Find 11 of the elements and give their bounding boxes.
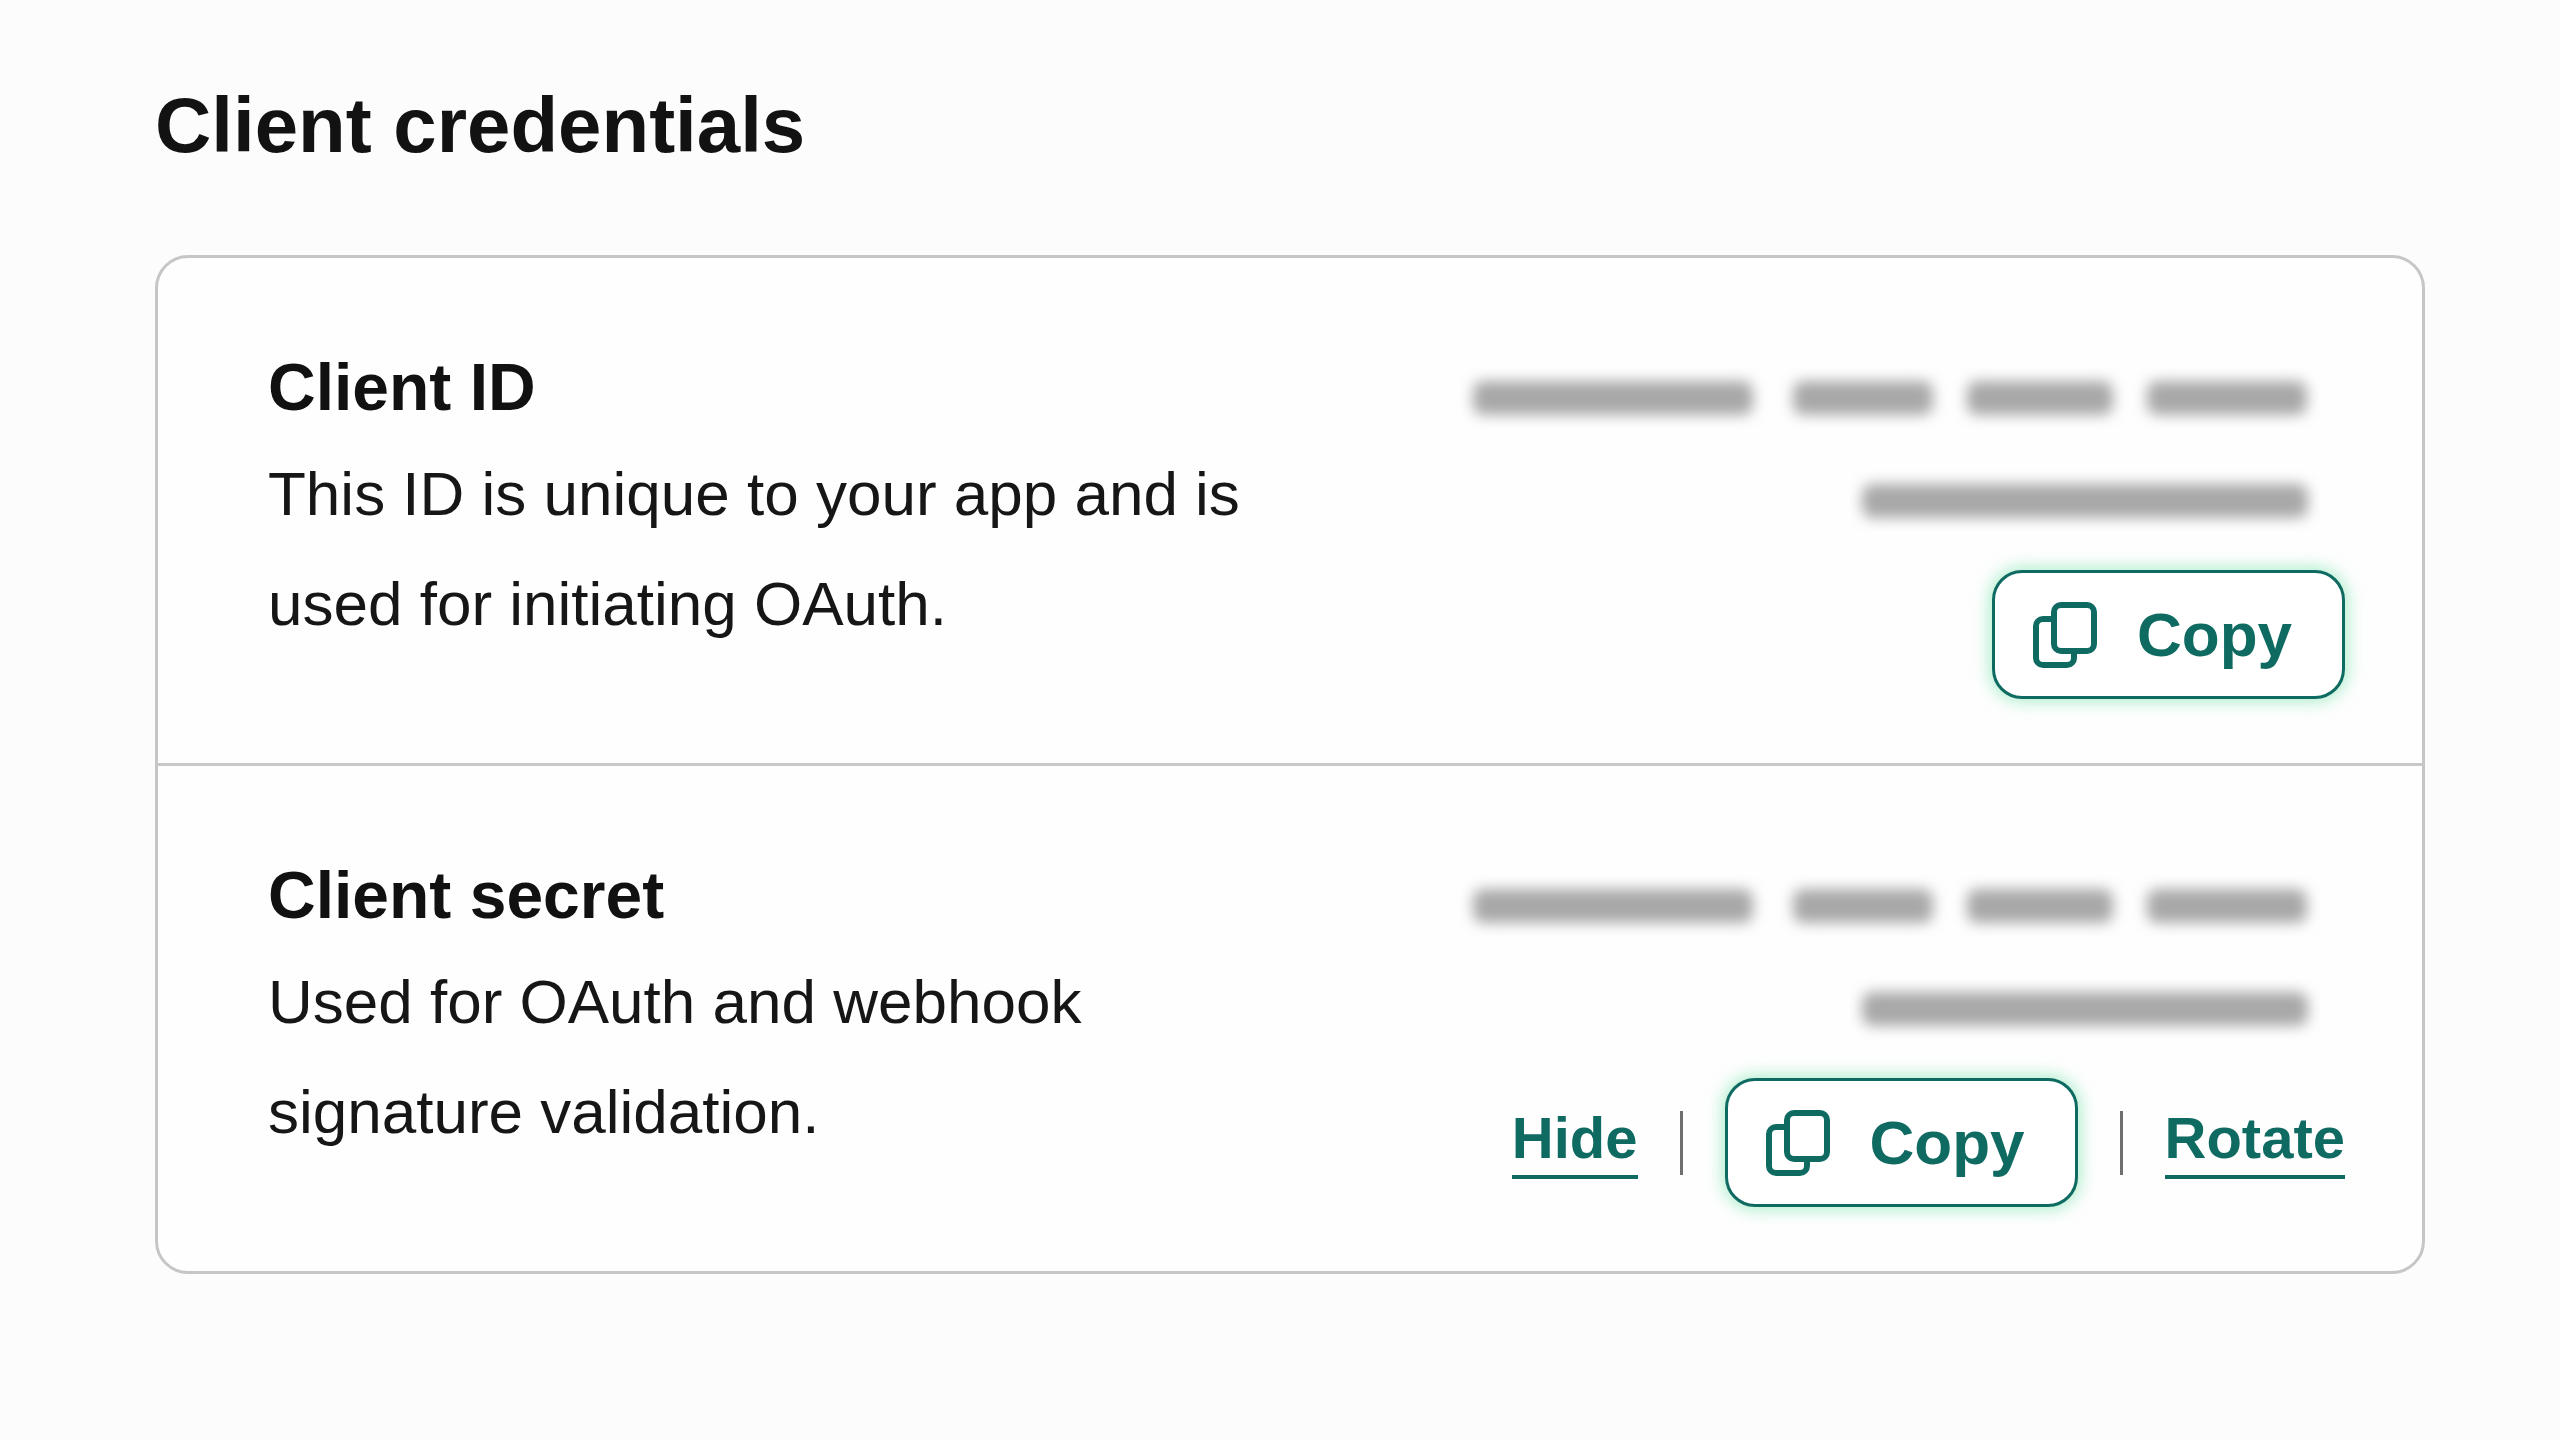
credential-description: This ID is unique to your app and is used for initiating OAuth. [268, 458, 1241, 640]
text-link[interactable]: Rotate [2164, 1105, 2345, 1180]
credential-label: Client ID [268, 349, 537, 426]
text-link[interactable]: Hide [1511, 1105, 1638, 1180]
copy-icon [1765, 1109, 1830, 1176]
copy-button[interactable]: Copy [1992, 570, 2345, 699]
credential-label: Client secret [268, 857, 666, 934]
credential-description: Used for OAuth and webhook signature validation. [268, 966, 1083, 1148]
copy-button[interactable]: Copy [1724, 1078, 2078, 1207]
page-title: Client credentials [155, 80, 807, 171]
copy-icon [2033, 601, 2097, 668]
